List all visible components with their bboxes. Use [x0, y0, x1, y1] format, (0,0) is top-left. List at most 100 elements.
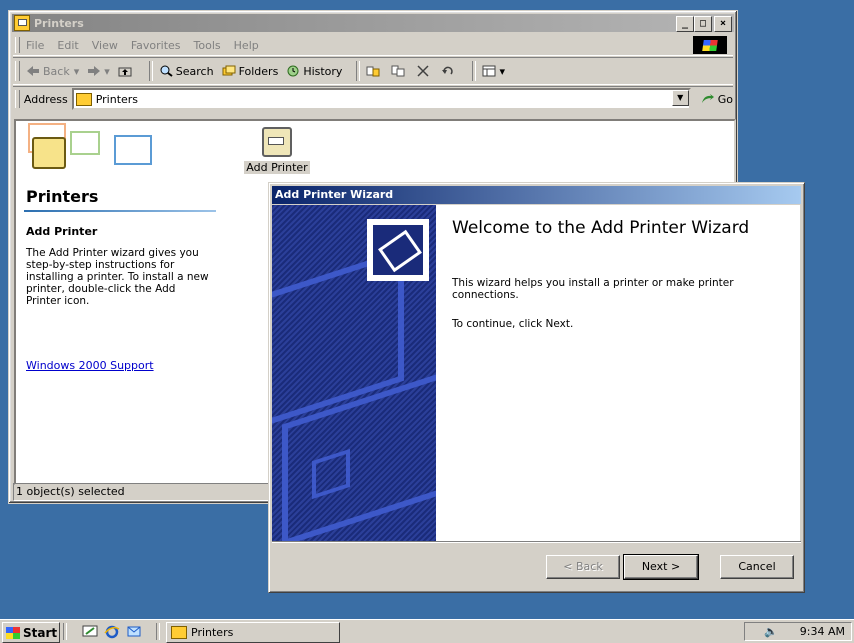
cancel-button[interactable]: Cancel	[720, 555, 794, 579]
start-label: Start	[23, 625, 58, 640]
views-button[interactable]: ▾	[482, 65, 505, 78]
printers-folder-icon	[14, 15, 30, 31]
explorer-title: Printers	[34, 16, 84, 30]
folders-button[interactable]: Folders	[222, 64, 279, 78]
clock[interactable]: 9:34 AM	[800, 625, 845, 638]
system-tray: 🔈 9:34 AM	[744, 622, 852, 641]
search-icon	[160, 65, 173, 77]
wizard-description: This wizard helps you install a printer …	[452, 277, 734, 301]
back-arrow-icon	[27, 66, 39, 76]
back-button[interactable]: Back ▾	[26, 65, 79, 78]
start-button[interactable]: Start	[2, 622, 60, 643]
pane-divider	[24, 210, 216, 212]
banner-decoration	[70, 131, 100, 155]
show-desktop-icon[interactable]	[82, 624, 98, 639]
pane-title: Printers	[26, 187, 99, 206]
toolbar-separator	[148, 61, 153, 81]
printers-folder-large-icon	[32, 137, 66, 169]
maximize-button[interactable]: □	[694, 16, 712, 32]
folders-label: Folders	[238, 64, 279, 78]
wizard-title-bar[interactable]: Add Printer Wizard	[272, 186, 801, 204]
add-printer-label: Add Printer	[244, 161, 310, 174]
go-arrow-icon	[701, 94, 714, 103]
address-input[interactable]: Printers ▼	[71, 88, 691, 110]
wizard-title: Add Printer Wizard	[275, 188, 394, 201]
undo-button[interactable]	[441, 65, 458, 77]
toolbar-separator	[472, 61, 477, 81]
menu-grip	[15, 37, 20, 53]
address-label: Address	[23, 92, 68, 106]
toolbar-grip	[15, 61, 20, 81]
taskbar: Start Printers 🔈 9:34 AM	[0, 619, 854, 643]
up-folder-button[interactable]	[118, 65, 135, 77]
taskbar-item-label: Printers	[191, 626, 234, 639]
volume-icon[interactable]: 🔈	[764, 625, 778, 638]
selected-item-description: The Add Printer wizard gives you step-by…	[26, 247, 209, 307]
minimize-button[interactable]: _	[676, 16, 694, 32]
address-value: Printers	[95, 92, 139, 106]
folder-banner	[16, 121, 216, 183]
views-dropdown-icon: ▾	[499, 64, 505, 78]
back-dropdown-icon: ▾	[73, 64, 80, 78]
go-button[interactable]: Go	[701, 93, 733, 106]
wizard-instruction: To continue, click Next.	[452, 318, 574, 330]
status-text: 1 object(s) selected	[16, 485, 125, 498]
menu-bar: File Edit View Favorites Tools Help	[13, 35, 733, 56]
wizard-content: Welcome to the Add Printer Wizard This w…	[436, 205, 800, 541]
move-to-button[interactable]	[366, 65, 383, 77]
search-button[interactable]: Search	[159, 65, 214, 78]
internet-explorer-icon[interactable]	[104, 624, 120, 639]
copy-to-button[interactable]	[391, 65, 408, 77]
banner-decoration	[114, 135, 152, 165]
taskbar-separator	[156, 623, 160, 640]
wizard-button-bar: < Back Next > Cancel	[272, 541, 801, 590]
folders-icon	[222, 65, 236, 76]
history-button[interactable]: History	[286, 65, 342, 78]
forward-arrow-icon	[88, 66, 101, 76]
taskbar-button-printers[interactable]: Printers	[166, 622, 340, 643]
standard-toolbar: Back ▾ ▾ Search Folders History ▾	[13, 57, 733, 85]
windows-flag-icon	[6, 626, 20, 639]
wizard-heading: Welcome to the Add Printer Wizard	[452, 218, 750, 238]
outlook-express-icon[interactable]	[126, 624, 142, 639]
history-icon	[287, 65, 299, 77]
printer-wizard-icon	[367, 219, 429, 281]
selected-item-name: Add Printer	[26, 225, 98, 238]
delete-button[interactable]	[416, 65, 433, 77]
menu-edit[interactable]: Edit	[57, 39, 78, 52]
up-folder-icon	[118, 67, 132, 77]
search-label: Search	[175, 64, 214, 78]
back-button-wizard[interactable]: < Back	[546, 555, 620, 579]
windows-2000-support-link[interactable]: Windows 2000 Support	[26, 359, 154, 372]
history-label: History	[303, 64, 343, 78]
add-printer-wizard-dialog: Add Printer Wizard Welcome to the Add Pr…	[268, 182, 805, 593]
taskbar-separator	[63, 623, 67, 640]
menu-file[interactable]: File	[26, 39, 44, 52]
wizard-side-graphic	[272, 205, 436, 541]
menu-favorites[interactable]: Favorites	[131, 39, 181, 52]
windows-logo-icon	[693, 36, 727, 54]
explorer-title-bar[interactable]: Printers _ □ ×	[12, 14, 734, 32]
menu-view[interactable]: View	[92, 39, 118, 52]
go-label: Go	[717, 92, 733, 106]
menu-help[interactable]: Help	[234, 39, 259, 52]
add-printer-item[interactable]: Add Printer	[242, 127, 312, 174]
forward-button[interactable]: ▾	[87, 65, 110, 78]
printers-folder-icon	[171, 626, 187, 639]
close-button[interactable]: ×	[714, 16, 732, 32]
printers-folder-icon	[75, 92, 92, 106]
forward-dropdown-icon: ▾	[104, 64, 110, 78]
undo-icon	[442, 66, 454, 75]
menu-tools[interactable]: Tools	[194, 39, 221, 52]
move-to-icon	[366, 66, 380, 77]
copy-to-icon	[391, 65, 405, 77]
address-grip	[15, 90, 20, 108]
add-printer-icon	[262, 127, 292, 157]
views-icon	[482, 65, 496, 77]
address-bar: Address Printers ▼ Go	[13, 86, 733, 111]
next-button[interactable]: Next >	[623, 554, 699, 580]
web-view-pane: Printers Add Printer The Add Printer wiz…	[16, 121, 216, 483]
toolbar-separator	[356, 61, 361, 81]
delete-icon	[417, 65, 429, 77]
address-dropdown-button[interactable]: ▼	[671, 90, 689, 106]
